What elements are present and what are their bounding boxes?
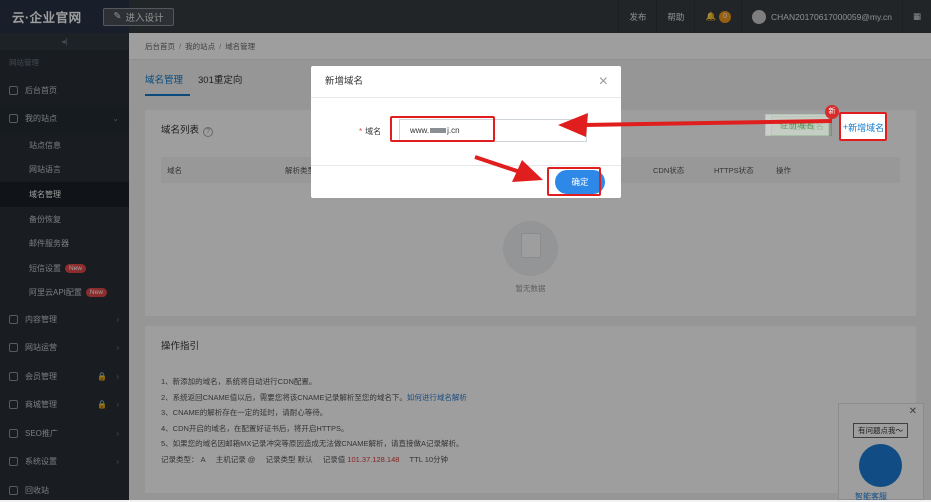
new-badge: 新 xyxy=(825,105,839,119)
register-domain-button-shadow: 注册域名 xyxy=(765,114,829,136)
dialog-title: 新增域名 xyxy=(325,76,364,87)
domain-label: * 域名 xyxy=(359,126,381,137)
annotation-box xyxy=(547,167,601,196)
required-mark: * xyxy=(359,127,363,136)
dialog-footer xyxy=(311,165,621,166)
dialog-header: 新增域名 × xyxy=(311,66,621,98)
close-icon[interactable]: × xyxy=(599,66,608,98)
register-domain-label: 注册域名 xyxy=(779,120,814,130)
domain-label-text: 域名 xyxy=(365,127,382,136)
annotation-box xyxy=(390,116,495,142)
add-domain-dialog: 新增域名 × * 域名 www. j.cn 确定 xyxy=(311,66,621,198)
annotation-box xyxy=(839,112,887,141)
